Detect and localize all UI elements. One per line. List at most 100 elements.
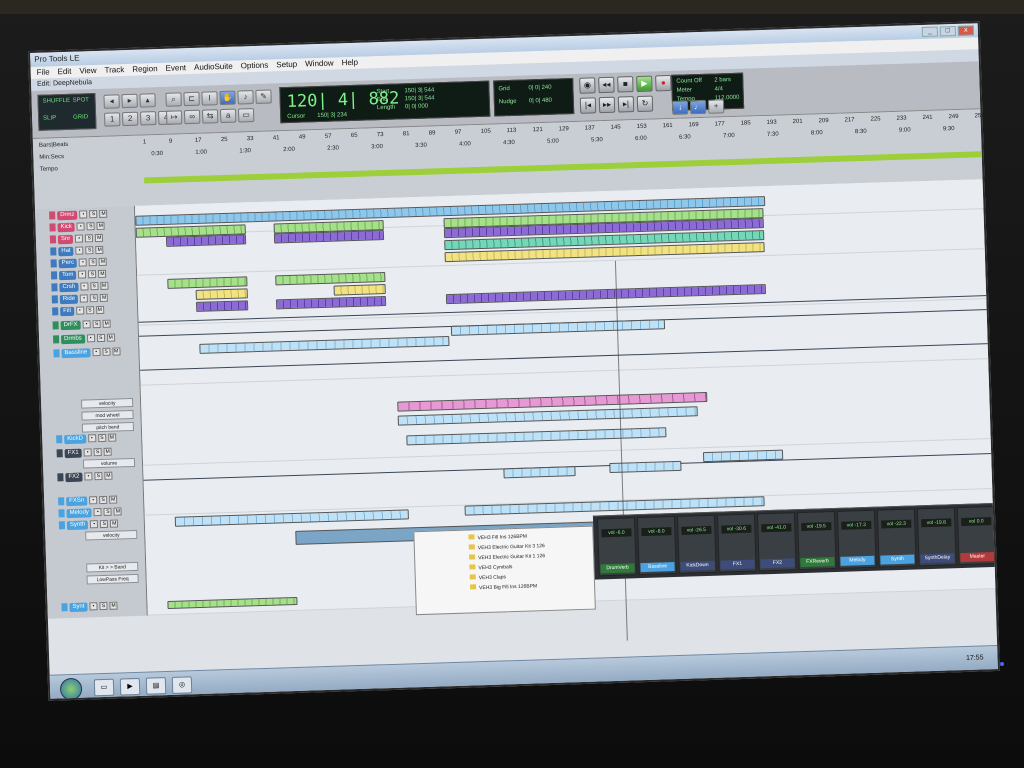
- track-header[interactable]: Kick • S M: [49, 220, 129, 233]
- track-header[interactable]: FX2 • S M: [57, 470, 137, 483]
- record-arm-icon[interactable]: •: [90, 520, 99, 529]
- explorer-taskbar-icon[interactable]: ▭: [93, 678, 115, 697]
- nudge-value[interactable]: 0| 0| 480: [529, 98, 552, 105]
- track-header[interactable]: Crsh • S M: [51, 280, 131, 293]
- metronome-icon[interactable]: ♩: [689, 99, 707, 115]
- minimize-button[interactable]: _: [921, 26, 939, 38]
- mute-button[interactable]: M: [99, 281, 109, 290]
- mute-button[interactable]: M: [103, 447, 112, 456]
- meter-value[interactable]: 4/4: [714, 86, 723, 92]
- record-icon[interactable]: ●: [655, 74, 672, 92]
- record-arm-icon[interactable]: •: [75, 306, 84, 315]
- mixer-channel-strip[interactable]: vol -19.5 FXReverb: [796, 510, 837, 571]
- solo-button[interactable]: S: [88, 270, 97, 279]
- link-icon[interactable]: ∞: [183, 109, 201, 125]
- menu-options[interactable]: Options: [241, 60, 269, 73]
- track-name[interactable]: KickD: [64, 433, 87, 444]
- channel-volume[interactable]: vol -19.8: [921, 518, 952, 528]
- menu-file[interactable]: File: [37, 66, 50, 78]
- track-header[interactable]: Drmz • S M: [49, 208, 129, 221]
- menu-event[interactable]: Event: [165, 62, 186, 75]
- mixer-channel-strip[interactable]: vol -6.0 DrumVerb: [596, 517, 637, 577]
- menu-track[interactable]: Track: [104, 64, 124, 77]
- track-header[interactable]: KickD • S M: [56, 432, 136, 445]
- record-arm-icon[interactable]: •: [87, 434, 97, 443]
- channel-volume[interactable]: vol -22.3: [881, 519, 912, 529]
- velocity-param[interactable]: velocity: [80, 397, 134, 409]
- stop-icon[interactable]: ■: [617, 76, 634, 93]
- record-arm-icon[interactable]: •: [82, 320, 91, 329]
- clip-fx2-a[interactable]: [503, 466, 576, 479]
- mute-button[interactable]: M: [99, 209, 108, 218]
- menu-window[interactable]: Window: [305, 58, 334, 71]
- mute-button[interactable]: M: [98, 257, 108, 266]
- volume-param[interactable]: volume: [82, 457, 136, 469]
- track-name[interactable]: Crsh: [59, 282, 79, 292]
- record-arm-icon[interactable]: •: [83, 448, 92, 457]
- channel-name[interactable]: Bassline: [640, 562, 675, 573]
- solo-button[interactable]: S: [92, 319, 101, 329]
- channel-name[interactable]: SynthDelay: [920, 553, 955, 564]
- clip-crash-b[interactable]: [333, 283, 386, 296]
- mute-button[interactable]: M: [109, 495, 118, 504]
- tempo-ruler-bar[interactable]: [144, 150, 1000, 184]
- track-header[interactable]: Melody • S M: [58, 506, 138, 519]
- channel-name[interactable]: KickDown: [680, 560, 715, 571]
- mute-button[interactable]: M: [95, 245, 104, 255]
- track-name[interactable]: Bassline: [61, 347, 91, 358]
- zoom-out-icon[interactable]: ◂: [103, 94, 120, 109]
- track-name[interactable]: FX1: [64, 448, 82, 458]
- solo-button[interactable]: S: [97, 433, 107, 443]
- track-header[interactable]: Tom • S M: [50, 268, 131, 281]
- mode-shuffle[interactable]: SHUFFLE: [43, 98, 71, 105]
- mute-button[interactable]: M: [110, 519, 119, 528]
- clip-snare-a[interactable]: [165, 234, 247, 247]
- record-arm-icon[interactable]: •: [93, 508, 103, 517]
- solo-button[interactable]: S: [96, 333, 105, 343]
- solo-button[interactable]: S: [99, 495, 108, 505]
- end-value[interactable]: 150| 3| 544: [405, 95, 435, 102]
- track-header[interactable]: Ride • S M: [51, 292, 132, 305]
- track-header[interactable]: Fill • S M: [52, 304, 132, 317]
- solo-button[interactable]: S: [103, 507, 113, 516]
- clip-ride-c[interactable]: [445, 284, 767, 305]
- record-arm-icon[interactable]: •: [79, 282, 89, 291]
- clip-tom-a[interactable]: [167, 276, 248, 289]
- pitch-bend-param[interactable]: pitch bend: [81, 421, 135, 433]
- track-name[interactable]: Synt: [69, 602, 88, 612]
- channel-name[interactable]: FX1: [720, 559, 755, 570]
- solo-button[interactable]: S: [99, 601, 108, 611]
- play-icon[interactable]: ▶: [636, 75, 653, 93]
- track-name[interactable]: Melody: [66, 507, 93, 518]
- record-arm-icon[interactable]: •: [76, 222, 86, 231]
- solo-button[interactable]: S: [90, 294, 99, 303]
- channel-volume[interactable]: vol -17.3: [841, 520, 872, 530]
- mute-button[interactable]: M: [106, 333, 115, 342]
- record-arm-icon[interactable]: •: [79, 210, 88, 219]
- solo-button[interactable]: S: [89, 282, 99, 291]
- online-icon[interactable]: ◉: [579, 77, 596, 94]
- zoom-preset-3[interactable]: 3: [139, 111, 157, 126]
- solo-button[interactable]: S: [100, 519, 109, 529]
- record-arm-icon[interactable]: •: [92, 347, 101, 357]
- mode-grid[interactable]: GRID: [73, 114, 88, 120]
- browser-item[interactable]: VEH3 Cymbals: [469, 563, 512, 573]
- track-name[interactable]: DrFX: [60, 320, 81, 330]
- rewind-icon[interactable]: ◂◂: [598, 76, 615, 94]
- mode-spot[interactable]: SPOT: [73, 97, 90, 104]
- selector-tool-icon[interactable]: I: [201, 91, 218, 106]
- record-arm-icon[interactable]: •: [89, 496, 98, 505]
- mixer-channel-strip[interactable]: vol -19.8 SynthDelay: [916, 507, 957, 567]
- browser-item[interactable]: VEH3 Big Fill Ins 126BPM: [469, 582, 537, 593]
- grid-value[interactable]: 0| 0| 240: [528, 85, 551, 92]
- mute-button[interactable]: M: [102, 319, 111, 328]
- channel-volume[interactable]: vol -19.5: [801, 522, 832, 532]
- mute-button[interactable]: M: [96, 221, 106, 231]
- track-name[interactable]: Ride: [59, 294, 79, 304]
- keyboard-focus-icon[interactable]: a: [219, 108, 237, 124]
- wait-for-note-icon[interactable]: ↓: [671, 100, 689, 115]
- start-button-icon[interactable]: [59, 677, 83, 701]
- zoomer-tool-icon[interactable]: ⌕: [165, 92, 182, 107]
- mute-button[interactable]: M: [113, 507, 122, 516]
- zoom-in-icon[interactable]: ▸: [121, 93, 138, 109]
